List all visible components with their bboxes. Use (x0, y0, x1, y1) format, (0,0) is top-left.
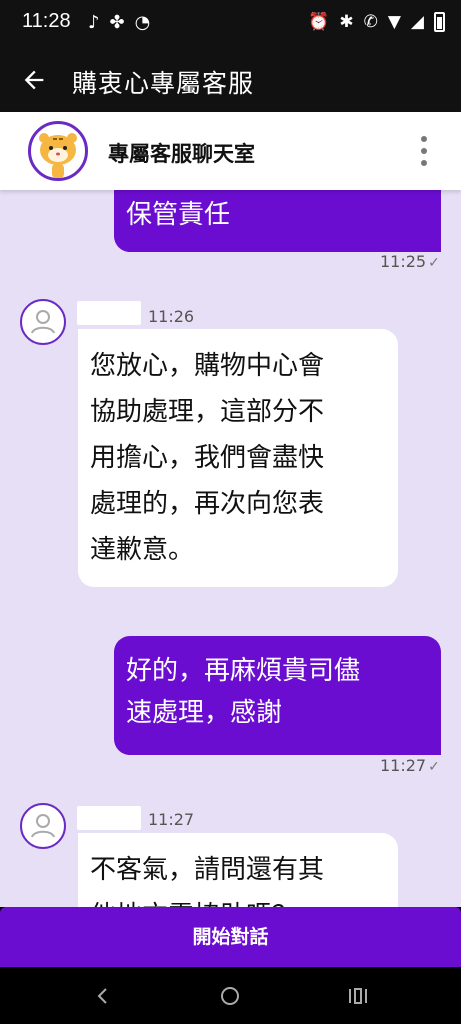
dot-icon (421, 136, 427, 142)
system-nav-bar (0, 967, 461, 1024)
nav-recents-button[interactable] (342, 981, 372, 1011)
sent-check-icon: ✓ (428, 759, 440, 775)
message-line: 您放心，購物中心會 (90, 351, 325, 381)
recents-icon (349, 988, 367, 1004)
message-line: 用擔心，我們會盡快 (90, 443, 325, 473)
tiger-mascot-avatar (28, 121, 88, 181)
tiktok-icon: ♪ (88, 12, 100, 33)
battery-icon (434, 12, 445, 32)
start-conversation-button[interactable]: 開始對話 (0, 907, 461, 967)
agent-avatar (20, 299, 66, 345)
agent-name (77, 301, 141, 325)
more-options-button[interactable] (417, 136, 431, 166)
message-time: 11:25 ✓ (380, 252, 440, 271)
agent-name (77, 806, 141, 830)
wifi-icon: ▼ (387, 12, 401, 32)
message-line: 好的，再麻煩貴司儘 (126, 656, 361, 686)
messenger-icon: ◔ (134, 12, 151, 33)
notification-icons: ♪ ✤ ◔ (88, 12, 150, 33)
arrow-left-icon (24, 70, 44, 90)
bluetooth-icon: ✱ (339, 12, 354, 32)
back-button[interactable] (16, 62, 52, 98)
system-icons: ⏰ ✱ ✆ ▼ ◢ (308, 12, 445, 32)
chat-message-list[interactable]: 保管責任 11:25 ✓ 11:26 您放心，購物中心會 協助處理，這部分不 用擔… (0, 190, 461, 907)
message-line: 達歉意。 (90, 535, 195, 565)
dot-icon (421, 160, 427, 166)
message-line: 他地方需協助嗎？ (90, 893, 386, 907)
call-icon: ✆ (363, 12, 378, 32)
outgoing-message: 好的，再麻煩貴司儘 速處理，感謝 (114, 636, 441, 755)
message-line: 不客氣，請問還有其 (90, 855, 325, 885)
nav-back-button[interactable] (88, 981, 118, 1011)
user-placeholder-icon (31, 310, 55, 334)
incoming-message: 您放心，購物中心會 協助處理，這部分不 用擔心，我們會盡快 處理的，再次向您表 … (78, 329, 398, 587)
message-time: 11:27 ✓ (380, 756, 440, 775)
app-bar: 購衷心專屬客服 (0, 48, 461, 112)
message-time: 11:26 (148, 307, 195, 326)
user-placeholder-icon (31, 814, 55, 838)
agent-avatar (20, 803, 66, 849)
nav-home-button[interactable] (215, 981, 245, 1011)
message-line: 協助處理，這部分不 (90, 397, 325, 427)
outgoing-message: 保管責任 (114, 190, 441, 252)
pinwheel-icon: ✤ (109, 12, 125, 33)
chat-room-title: 專屬客服聊天室 (108, 142, 255, 166)
app-title: 購衷心專屬客服 (72, 69, 255, 98)
chat-header: 專屬客服聊天室 (0, 112, 461, 190)
home-circle-icon (221, 987, 239, 1005)
tiger-mascot-icon (39, 133, 77, 178)
dot-icon (421, 148, 427, 154)
incoming-message: 不客氣，請問還有其 他地方需協助嗎？ (78, 833, 398, 907)
chevron-left-icon (97, 988, 107, 1004)
message-line: 處理的，再次向您表 (90, 489, 325, 519)
status-bar: 11:28 ♪ ✤ ◔ ⏰ ✱ ✆ ▼ ◢ (0, 0, 461, 48)
alarm-icon: ⏰ (308, 12, 330, 32)
status-time: 11:28 (22, 10, 71, 32)
message-line: 速處理，感謝 (126, 698, 283, 728)
message-time: 11:27 (148, 810, 195, 829)
message-text: 保管責任 (126, 200, 231, 230)
signal-icon: ◢ (410, 12, 424, 32)
sent-check-icon: ✓ (428, 255, 440, 271)
